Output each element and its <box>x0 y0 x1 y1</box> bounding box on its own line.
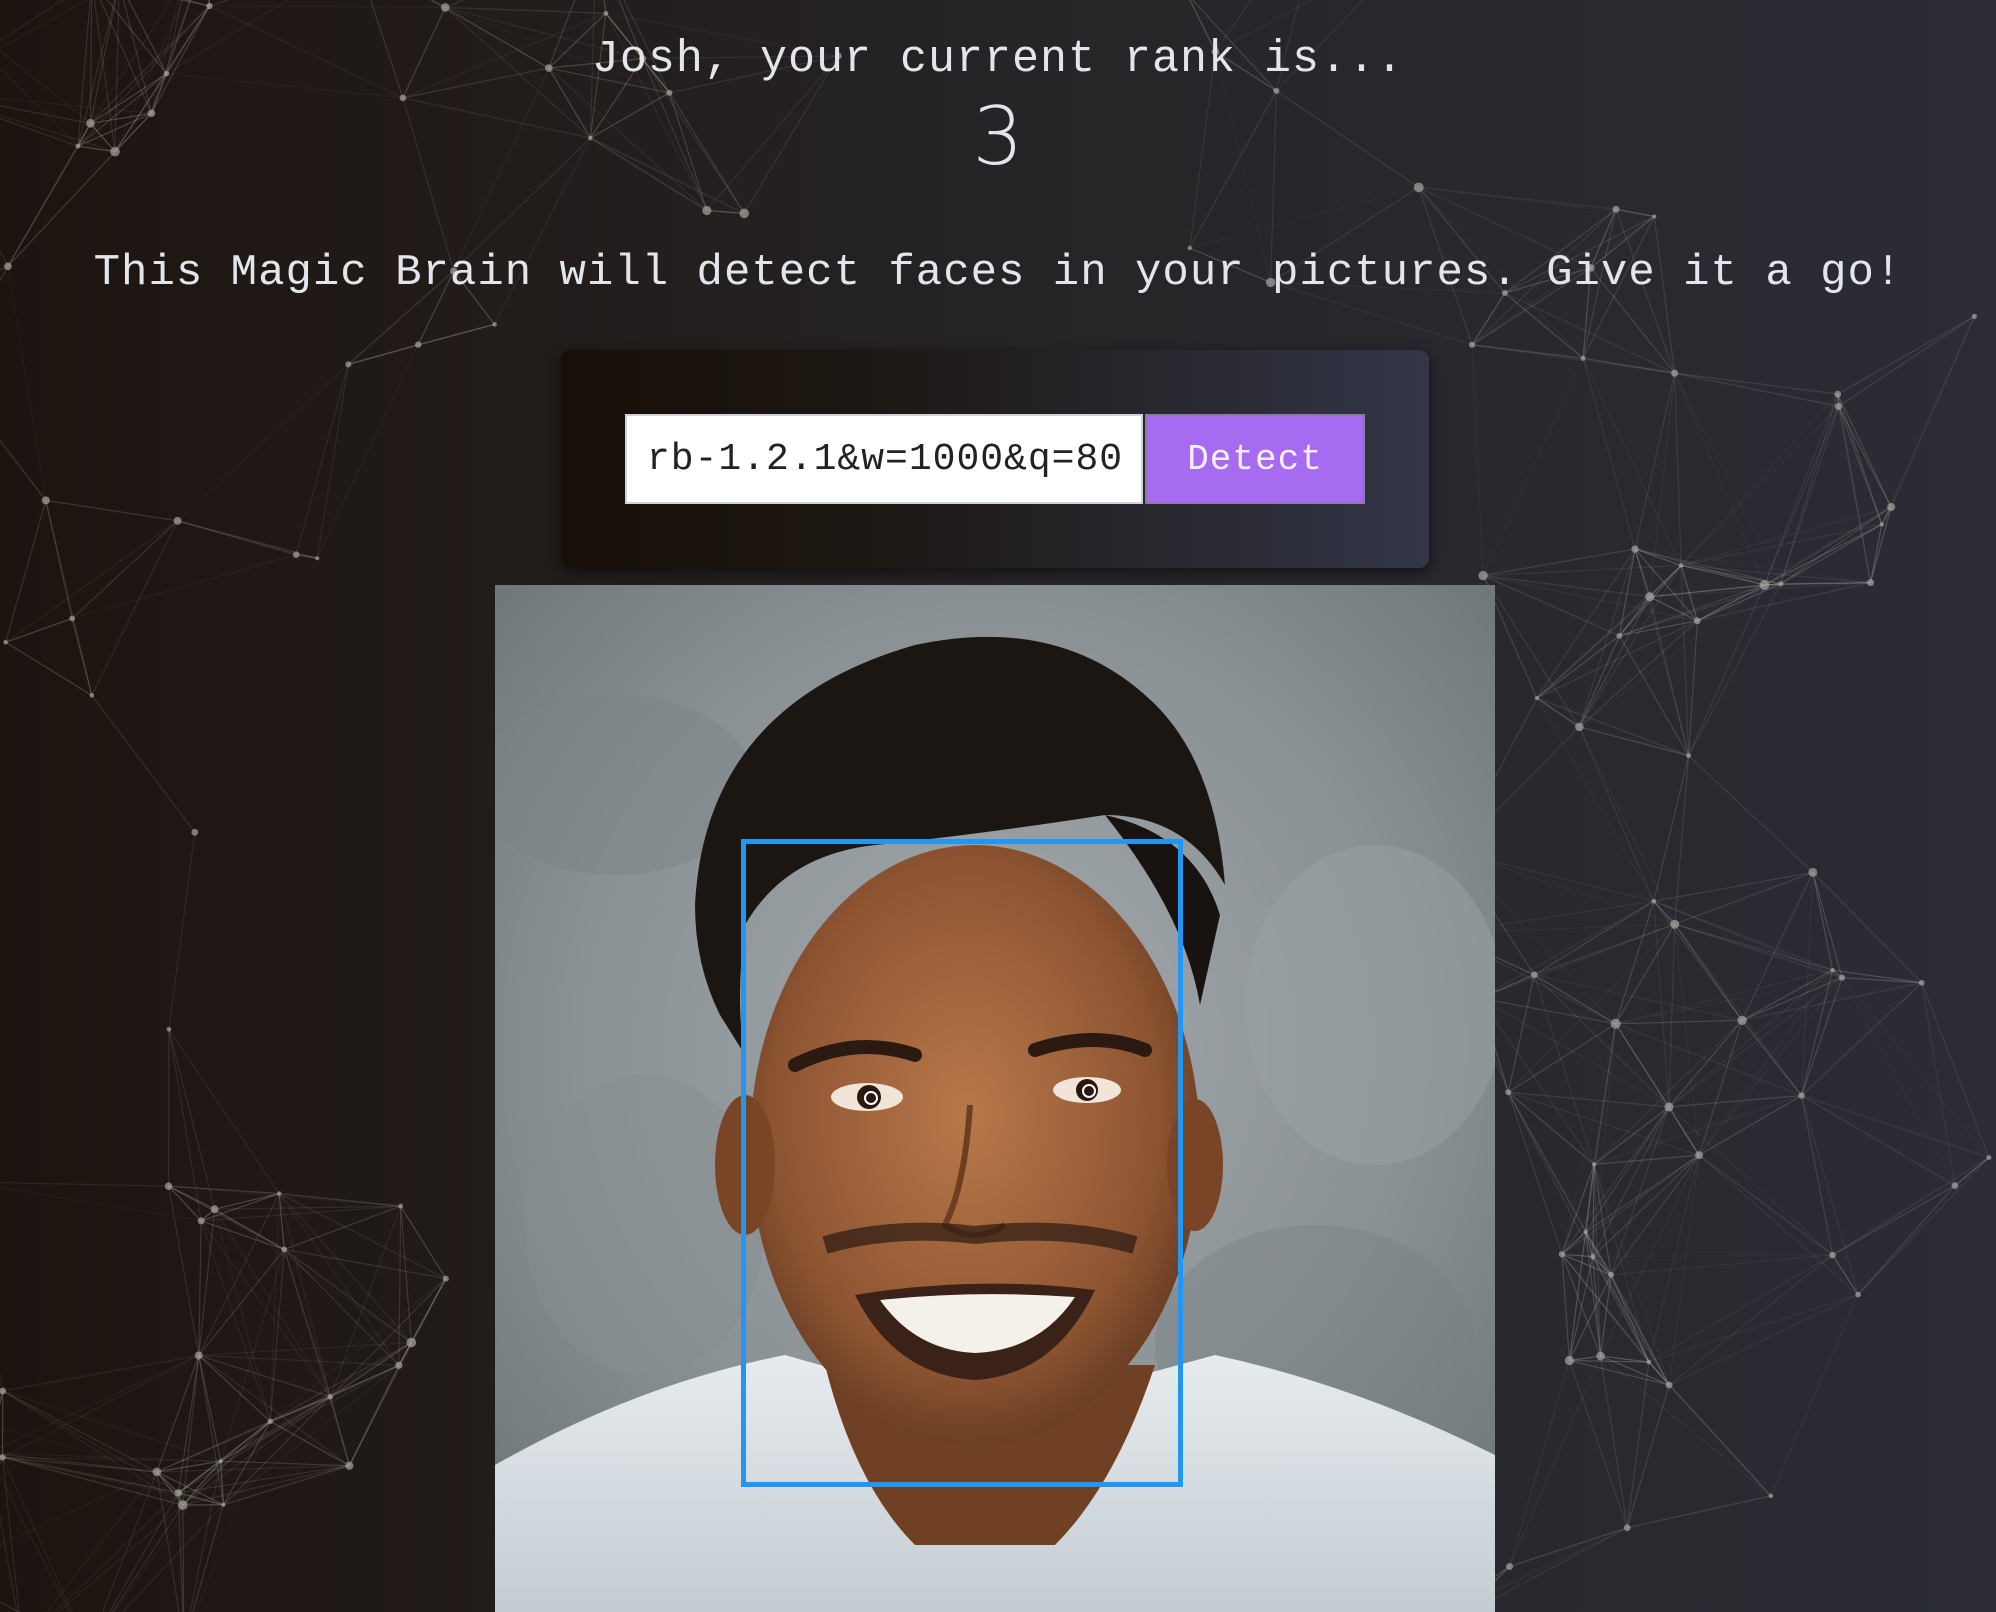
detected-image <box>495 585 1495 1612</box>
detect-button[interactable]: Detect <box>1145 414 1365 504</box>
image-url-form: Detect <box>561 350 1429 568</box>
intro-text: This Magic Brain will detect faces in yo… <box>93 248 1903 298</box>
image-url-input[interactable] <box>625 414 1143 504</box>
rank-message: Josh, your current rank is... <box>591 34 1405 85</box>
rank-value: 3 <box>972 90 1024 183</box>
face-bounding-box <box>741 839 1183 1487</box>
